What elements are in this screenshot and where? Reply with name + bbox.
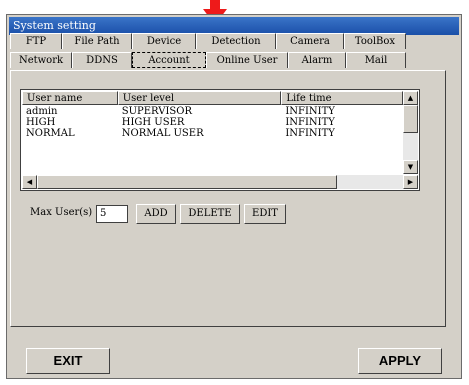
cell-user-level: NORMAL USER (121, 128, 204, 139)
tab-ftp[interactable]: FTP (10, 33, 62, 49)
cell-life-time: INFINITY (285, 128, 335, 139)
add-button[interactable]: ADD (136, 204, 176, 224)
cell-user-name: admin (26, 106, 58, 117)
window-title: System setting (13, 19, 96, 32)
max-users-input[interactable]: 5 (96, 205, 128, 223)
tab-camera[interactable]: Camera (276, 33, 344, 49)
column-header-user-name[interactable]: User name (22, 91, 118, 105)
list-rows: admin SUPERVISOR INFINITY HIGH HIGH USER… (22, 106, 403, 139)
list-header: User name User level Life time (22, 91, 403, 105)
tab-ddns[interactable]: DDNS (72, 52, 132, 68)
cell-user-name: NORMAL (26, 128, 75, 139)
scroll-left-arrow-icon[interactable]: ◀ (22, 175, 37, 189)
cell-user-name: HIGH (26, 117, 56, 128)
table-row[interactable]: HIGH HIGH USER INFINITY (22, 117, 403, 128)
tab-network[interactable]: Network (10, 52, 72, 68)
tab-detection[interactable]: Detection (196, 33, 276, 49)
scroll-up-arrow-icon[interactable]: ▲ (403, 91, 418, 105)
horizontal-scrollbar[interactable]: ◀ ▶ (22, 175, 418, 189)
table-row[interactable]: admin SUPERVISOR INFINITY (22, 106, 403, 117)
tab-account[interactable]: Account (132, 52, 206, 68)
horizontal-scroll-thumb[interactable] (37, 175, 337, 189)
cell-life-time: INFINITY (285, 117, 335, 128)
tab-row-1: FTP File Path Device Detection Camera To… (10, 33, 406, 51)
apply-button[interactable]: APPLY (358, 348, 442, 374)
tab-alarm[interactable]: Alarm (288, 52, 346, 68)
exit-button[interactable]: EXIT (26, 348, 110, 374)
tab-mail[interactable]: Mail (346, 52, 406, 68)
cell-user-level: HIGH USER (121, 117, 185, 128)
delete-button[interactable]: DELETE (180, 204, 240, 224)
edit-button[interactable]: EDIT (244, 204, 286, 224)
scroll-right-arrow-icon[interactable]: ▶ (403, 175, 418, 189)
tab-toolbox[interactable]: ToolBox (344, 33, 406, 49)
column-header-life-time[interactable]: Life time (281, 91, 403, 105)
tab-device[interactable]: Device (132, 33, 196, 49)
cell-life-time: INFINITY (285, 106, 335, 117)
table-row[interactable]: NORMAL NORMAL USER INFINITY (22, 128, 403, 139)
user-list[interactable]: User name User level Life time admin SUP… (20, 89, 420, 191)
tab-row-2: Network DDNS Account Online User Alarm M… (10, 52, 406, 70)
vertical-scroll-thumb[interactable] (403, 105, 418, 133)
tab-online-user[interactable]: Online User (206, 52, 288, 68)
column-header-user-level[interactable]: User level (117, 91, 282, 105)
vertical-scrollbar[interactable]: ▲ ▼ (403, 91, 418, 174)
scroll-down-arrow-icon[interactable]: ▼ (403, 160, 418, 174)
cell-user-level: SUPERVISOR (121, 106, 192, 117)
max-users-label: Max User(s) : (30, 207, 99, 218)
tab-file-path[interactable]: File Path (62, 33, 132, 49)
